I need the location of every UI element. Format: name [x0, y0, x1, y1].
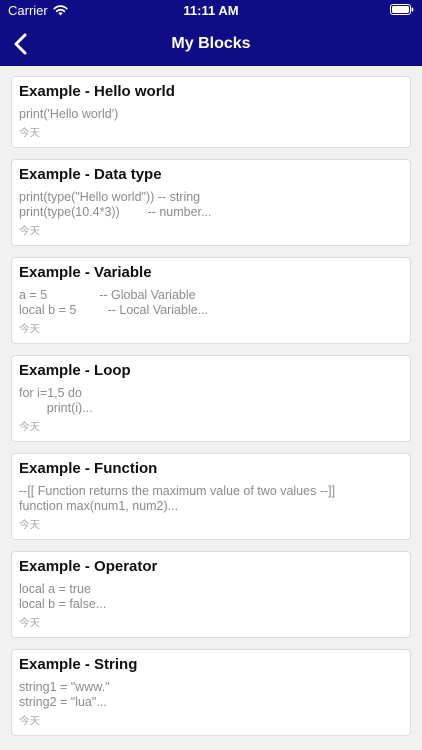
block-code-preview: --[[ Function returns the maximum value …: [19, 484, 336, 513]
block-code-preview: for i=1,5 do print(i)...: [19, 386, 93, 415]
block-date: 今天: [19, 715, 40, 727]
block-date: 今天: [19, 127, 40, 139]
navigation-bar: My Blocks: [0, 22, 422, 66]
block-date: 今天: [19, 617, 40, 629]
block-title: Example - Function: [19, 460, 158, 477]
block-code-preview: print(type("Hello world")) -- string pri…: [19, 190, 212, 219]
status-time: 11:11 AM: [183, 3, 239, 18]
block-code-preview: string1 = "www." string2 = "lua"...: [19, 680, 110, 709]
block-card-data-type[interactable]: Example - Data type print(type("Hello wo…: [11, 159, 411, 246]
battery-icon: [390, 4, 414, 15]
top-bar: Carrier 11:11 AM My Blocks: [0, 0, 422, 66]
app-screen: Carrier 11:11 AM My Blocks Example - Hel…: [0, 0, 422, 750]
block-title: Example - Operator: [19, 558, 158, 575]
block-title: Example - Loop: [19, 362, 131, 379]
block-card-operator[interactable]: Example - Operator local a = true local …: [11, 551, 411, 638]
block-title: Example - String: [19, 656, 138, 673]
block-title: Example - Hello world: [19, 83, 175, 100]
page-title: My Blocks: [171, 35, 251, 52]
status-bar: Carrier 11:11 AM: [0, 0, 422, 22]
block-card-hello-world[interactable]: Example - Hello world print('Hello world…: [11, 76, 411, 148]
block-card-loop[interactable]: Example - Loop for i=1,5 do print(i)... …: [11, 355, 411, 442]
block-card-variable[interactable]: Example - Variable a = 5 -- Global Varia…: [11, 257, 411, 344]
block-title: Example - Variable: [19, 264, 152, 281]
block-date: 今天: [19, 225, 40, 237]
block-code-preview: local a = true local b = false...: [19, 582, 107, 611]
block-card-function[interactable]: Example - Function --[[ Function returns…: [11, 453, 411, 540]
block-code-preview: print('Hello world'): [19, 107, 119, 121]
block-card-string[interactable]: Example - String string1 = "www." string…: [11, 649, 411, 736]
block-code-preview: a = 5 -- Global Variable local b = 5 -- …: [19, 288, 209, 317]
blocks-list: Example - Hello world print('Hello world…: [11, 76, 411, 747]
block-date: 今天: [19, 519, 40, 531]
block-date: 今天: [19, 421, 40, 433]
block-title: Example - Data type: [19, 166, 162, 183]
block-date: 今天: [19, 323, 40, 335]
